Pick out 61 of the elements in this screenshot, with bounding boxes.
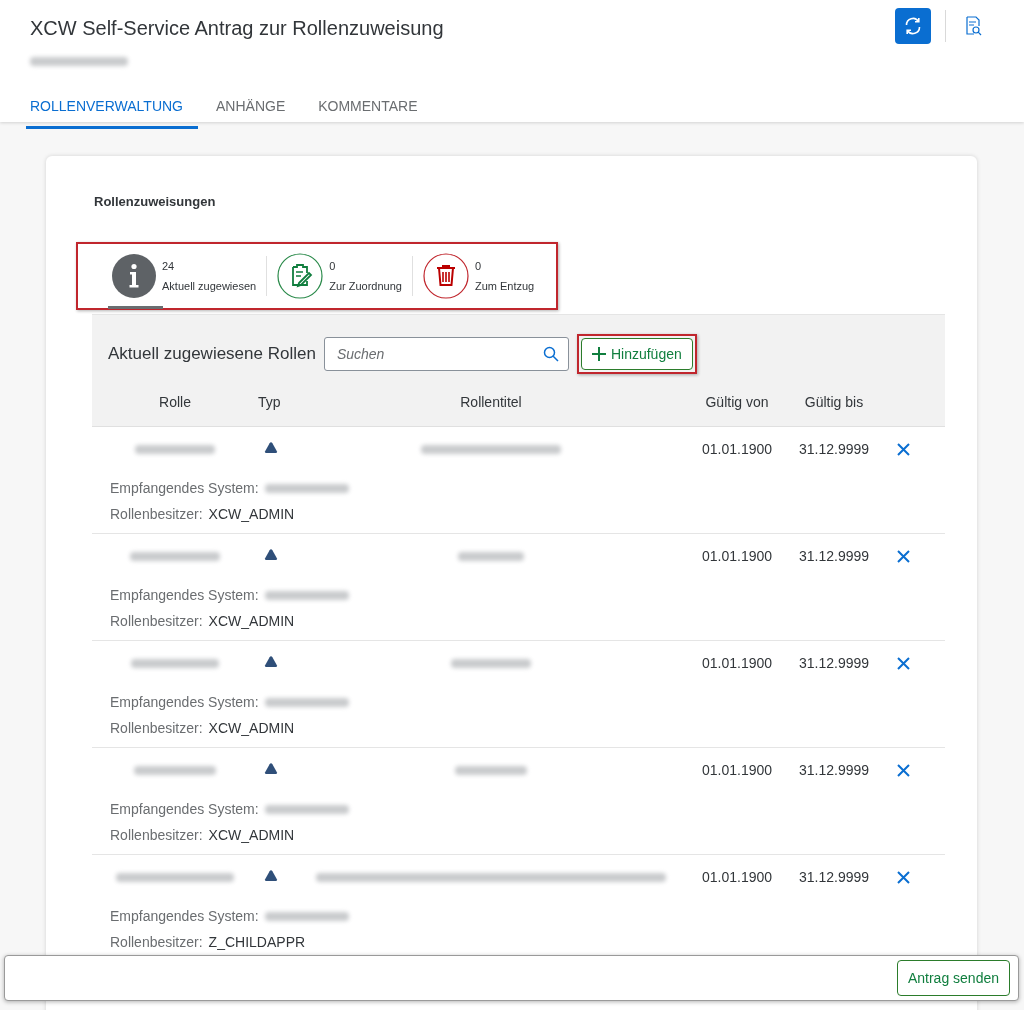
field-value: Z_CHILDAPPR xyxy=(208,934,306,950)
column-header: Rolle xyxy=(158,393,192,410)
add-button[interactable]: Hinzufügen xyxy=(580,338,693,370)
triangle-icon xyxy=(264,548,278,561)
field-label: Rollenbesitzer: xyxy=(110,827,203,843)
field-label: Empfangendes System: xyxy=(110,480,259,496)
field-label: Empfangendes System: xyxy=(110,908,259,924)
kpi-tab[interactable]: 24 Aktuell zugewiesen xyxy=(112,254,267,298)
table-cell-text: 01.01.1900 xyxy=(700,548,774,564)
table-cell-text: 31.12.9999 xyxy=(797,762,871,778)
table-title: Aktuell zugewiesene Rollen xyxy=(108,344,316,364)
table-cell-text: 31.12.9999 xyxy=(797,548,871,564)
search-icon xyxy=(542,346,559,362)
submit-button[interactable]: Antrag senden xyxy=(896,960,1010,996)
column-header: Gültig von xyxy=(704,393,770,410)
field-label: Rollenbesitzer: xyxy=(110,720,203,736)
triangle-icon xyxy=(264,869,278,882)
kpi-tab[interactable]: 0 Zur Zuordnung xyxy=(277,253,412,299)
field-label: Rollenbesitzer: xyxy=(110,506,203,522)
tab[interactable]: KOMMENTARE xyxy=(314,96,433,129)
refresh-icon xyxy=(903,16,923,36)
field-value: XCW_ADMIN xyxy=(208,506,295,522)
table-cell-text: 01.01.1900 xyxy=(700,762,774,778)
field-label: Empfangendes System: xyxy=(110,694,259,710)
clipboard-pencil-icon xyxy=(277,253,324,299)
section-title: Rollenzuweisungen xyxy=(94,194,217,209)
column-header: Typ xyxy=(258,393,282,410)
trash-icon xyxy=(422,253,469,299)
field-label: Rollenbesitzer: xyxy=(110,934,203,950)
info-icon xyxy=(112,254,156,298)
search-field[interactable]: Suchen xyxy=(323,337,569,371)
table-cell-text: 01.01.1900 xyxy=(700,869,774,885)
triangle-icon xyxy=(264,762,278,775)
field-label: Empfangendes System: xyxy=(110,801,259,817)
triangle-icon xyxy=(264,655,278,668)
remove-icon[interactable] xyxy=(896,549,910,563)
kpi-tab[interactable]: 0 Zum Entzug xyxy=(422,253,545,299)
field-value: XCW_ADMIN xyxy=(208,827,295,843)
tab[interactable]: ROLLENVERWALTUNG xyxy=(26,96,198,129)
tab[interactable]: ANHÄNGE xyxy=(212,96,301,129)
page-title: XCW Self-Service Antrag zur Rollenzuweisung xyxy=(30,17,444,40)
field-label: Empfangendes System: xyxy=(110,587,259,603)
field-value: XCW_ADMIN xyxy=(208,720,295,736)
field-label: Rollenbesitzer: xyxy=(110,613,203,629)
column-header: Rollentitel xyxy=(459,393,523,410)
field-value: XCW_ADMIN xyxy=(208,613,295,629)
plus-icon xyxy=(591,347,606,361)
remove-icon[interactable] xyxy=(896,870,910,884)
blurred-text xyxy=(458,551,524,561)
remove-icon[interactable] xyxy=(896,656,910,670)
table-cell-text: 01.01.1900 xyxy=(700,655,774,671)
remove-icon[interactable] xyxy=(896,763,910,777)
blurred-text xyxy=(455,765,527,775)
table-cell-text: 01.01.1900 xyxy=(700,441,774,457)
column-header: Gültig bis xyxy=(803,393,865,410)
remove-icon[interactable] xyxy=(896,442,910,456)
table-cell-text: 31.12.9999 xyxy=(797,869,871,885)
triangle-icon xyxy=(264,441,278,454)
refresh-button[interactable] xyxy=(895,8,931,44)
table-cell-text: 31.12.9999 xyxy=(797,655,871,671)
table-cell-text: 31.12.9999 xyxy=(797,441,871,457)
